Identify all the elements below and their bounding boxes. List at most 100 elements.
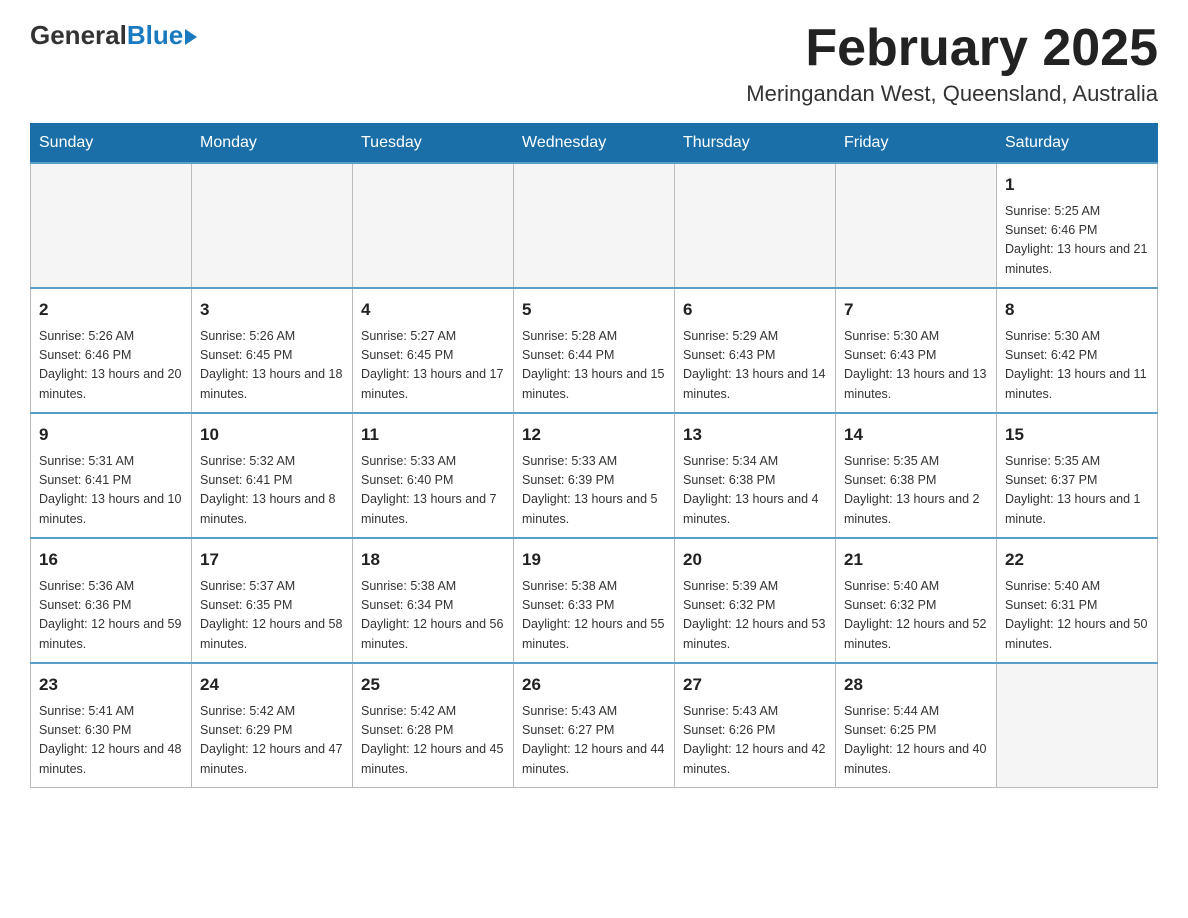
day-number: 7 [844, 297, 988, 323]
day-info: Sunrise: 5:25 AMSunset: 6:46 PMDaylight:… [1005, 202, 1149, 280]
day-number: 11 [361, 422, 505, 448]
calendar-day: 1 Sunrise: 5:25 AMSunset: 6:46 PMDaylight… [997, 163, 1158, 288]
day-number: 23 [39, 672, 183, 698]
week-row-3: 9 Sunrise: 5:31 AMSunset: 6:41 PMDaylight… [31, 413, 1158, 538]
day-info: Sunrise: 5:30 AMSunset: 6:43 PMDaylight:… [844, 327, 988, 405]
calendar-day: 4Sunrise: 5:27 AMSunset: 6:45 PMDaylight… [353, 288, 514, 413]
calendar-day: 12Sunrise: 5:33 AMSunset: 6:39 PMDayligh… [514, 413, 675, 538]
calendar-day: 5 Sunrise: 5:28 AMSunset: 6:44 PMDaylight… [514, 288, 675, 413]
logo: General Blue [30, 20, 197, 51]
calendar-day: 6 Sunrise: 5:29 AMSunset: 6:43 PMDaylight… [675, 288, 836, 413]
calendar-day [675, 163, 836, 288]
calendar-day: 25Sunrise: 5:42 AMSunset: 6:28 PMDayligh… [353, 663, 514, 788]
logo-blue-text: Blue [127, 20, 183, 51]
day-info: Sunrise: 5:29 AMSunset: 6:43 PMDaylight:… [683, 327, 827, 405]
calendar-day: 27 Sunrise: 5:43 AMSunset: 6:26 PMDayligh… [675, 663, 836, 788]
day-number: 9 [39, 422, 183, 448]
calendar-day: 14Sunrise: 5:35 AMSunset: 6:38 PMDayligh… [836, 413, 997, 538]
day-header-sunday: Sunday [31, 124, 192, 164]
calendar-day: 26Sunrise: 5:43 AMSunset: 6:27 PMDayligh… [514, 663, 675, 788]
logo-general-text: General [30, 20, 127, 51]
calendar-day: 20Sunrise: 5:39 AMSunset: 6:32 PMDayligh… [675, 538, 836, 663]
day-info: Sunrise: 5:37 AMSunset: 6:35 PMDaylight:… [200, 577, 344, 655]
day-number: 26 [522, 672, 666, 698]
location-title: Meringandan West, Queensland, Australia [746, 81, 1158, 107]
day-number: 15 [1005, 422, 1149, 448]
day-number: 19 [522, 547, 666, 573]
day-header-saturday: Saturday [997, 124, 1158, 164]
day-info: Sunrise: 5:32 AMSunset: 6:41 PMDaylight:… [200, 452, 344, 530]
day-number: 21 [844, 547, 988, 573]
calendar-day [192, 163, 353, 288]
calendar-day [514, 163, 675, 288]
calendar-day: 13 Sunrise: 5:34 AMSunset: 6:38 PMDayligh… [675, 413, 836, 538]
calendar-day: 3 Sunrise: 5:26 AMSunset: 6:45 PMDaylight… [192, 288, 353, 413]
day-number: 3 [200, 297, 344, 323]
day-info: Sunrise: 5:30 AMSunset: 6:42 PMDaylight:… [1005, 327, 1149, 405]
calendar-day: 24 Sunrise: 5:42 AMSunset: 6:29 PMDayligh… [192, 663, 353, 788]
day-info: Sunrise: 5:40 AMSunset: 6:31 PMDaylight:… [1005, 577, 1149, 655]
day-info: Sunrise: 5:41 AMSunset: 6:30 PMDaylight:… [39, 702, 183, 780]
calendar-day: 10Sunrise: 5:32 AMSunset: 6:41 PMDayligh… [192, 413, 353, 538]
calendar-day [836, 163, 997, 288]
calendar-day: 19 Sunrise: 5:38 AMSunset: 6:33 PMDayligh… [514, 538, 675, 663]
calendar-day: 7 Sunrise: 5:30 AMSunset: 6:43 PMDaylight… [836, 288, 997, 413]
calendar-day [997, 663, 1158, 788]
day-header-tuesday: Tuesday [353, 124, 514, 164]
day-info: Sunrise: 5:40 AMSunset: 6:32 PMDaylight:… [844, 577, 988, 655]
day-info: Sunrise: 5:28 AMSunset: 6:44 PMDaylight:… [522, 327, 666, 405]
calendar-day: 17 Sunrise: 5:37 AMSunset: 6:35 PMDayligh… [192, 538, 353, 663]
calendar-day: 15 Sunrise: 5:35 AMSunset: 6:37 PMDayligh… [997, 413, 1158, 538]
day-info: Sunrise: 5:26 AMSunset: 6:46 PMDaylight:… [39, 327, 183, 405]
day-number: 24 [200, 672, 344, 698]
month-title: February 2025 [746, 20, 1158, 77]
title-section: February 2025 Meringandan West, Queensla… [746, 20, 1158, 107]
page-header: General Blue February 2025 Meringandan W… [30, 20, 1158, 107]
day-number: 8 [1005, 297, 1149, 323]
day-info: Sunrise: 5:26 AMSunset: 6:45 PMDaylight:… [200, 327, 344, 405]
calendar-table: SundayMondayTuesdayWednesdayThursdayFrid… [30, 123, 1158, 788]
day-number: 2 [39, 297, 183, 323]
week-row-5: 23 Sunrise: 5:41 AMSunset: 6:30 PMDayligh… [31, 663, 1158, 788]
day-number: 18 [361, 547, 505, 573]
day-header-friday: Friday [836, 124, 997, 164]
logo-blue-part: Blue [127, 20, 197, 51]
day-number: 25 [361, 672, 505, 698]
day-number: 20 [683, 547, 827, 573]
calendar-day: 11Sunrise: 5:33 AMSunset: 6:40 PMDayligh… [353, 413, 514, 538]
day-header-thursday: Thursday [675, 124, 836, 164]
day-info: Sunrise: 5:33 AMSunset: 6:39 PMDaylight:… [522, 452, 666, 530]
day-number: 16 [39, 547, 183, 573]
day-number: 6 [683, 297, 827, 323]
calendar-header-row: SundayMondayTuesdayWednesdayThursdayFrid… [31, 124, 1158, 164]
day-number: 27 [683, 672, 827, 698]
day-info: Sunrise: 5:35 AMSunset: 6:38 PMDaylight:… [844, 452, 988, 530]
calendar-day: 18 Sunrise: 5:38 AMSunset: 6:34 PMDayligh… [353, 538, 514, 663]
calendar-day: 23 Sunrise: 5:41 AMSunset: 6:30 PMDayligh… [31, 663, 192, 788]
day-number: 1 [1005, 172, 1149, 198]
week-row-4: 16 Sunrise: 5:36 AMSunset: 6:36 PMDayligh… [31, 538, 1158, 663]
day-number: 28 [844, 672, 988, 698]
day-info: Sunrise: 5:43 AMSunset: 6:26 PMDaylight:… [683, 702, 827, 780]
calendar-day [31, 163, 192, 288]
day-info: Sunrise: 5:34 AMSunset: 6:38 PMDaylight:… [683, 452, 827, 530]
day-info: Sunrise: 5:35 AMSunset: 6:37 PMDaylight:… [1005, 452, 1149, 530]
day-info: Sunrise: 5:38 AMSunset: 6:33 PMDaylight:… [522, 577, 666, 655]
day-header-monday: Monday [192, 124, 353, 164]
logo-arrow-icon [185, 29, 197, 45]
calendar-day: 16 Sunrise: 5:36 AMSunset: 6:36 PMDayligh… [31, 538, 192, 663]
day-header-wednesday: Wednesday [514, 124, 675, 164]
day-number: 17 [200, 547, 344, 573]
calendar-day: 9 Sunrise: 5:31 AMSunset: 6:41 PMDaylight… [31, 413, 192, 538]
calendar-day: 28 Sunrise: 5:44 AMSunset: 6:25 PMDayligh… [836, 663, 997, 788]
day-number: 4 [361, 297, 505, 323]
day-info: Sunrise: 5:44 AMSunset: 6:25 PMDaylight:… [844, 702, 988, 780]
calendar-day: 22Sunrise: 5:40 AMSunset: 6:31 PMDayligh… [997, 538, 1158, 663]
day-info: Sunrise: 5:36 AMSunset: 6:36 PMDaylight:… [39, 577, 183, 655]
day-number: 13 [683, 422, 827, 448]
week-row-1: 1 Sunrise: 5:25 AMSunset: 6:46 PMDaylight… [31, 163, 1158, 288]
day-number: 5 [522, 297, 666, 323]
day-info: Sunrise: 5:31 AMSunset: 6:41 PMDaylight:… [39, 452, 183, 530]
day-info: Sunrise: 5:38 AMSunset: 6:34 PMDaylight:… [361, 577, 505, 655]
day-info: Sunrise: 5:42 AMSunset: 6:29 PMDaylight:… [200, 702, 344, 780]
